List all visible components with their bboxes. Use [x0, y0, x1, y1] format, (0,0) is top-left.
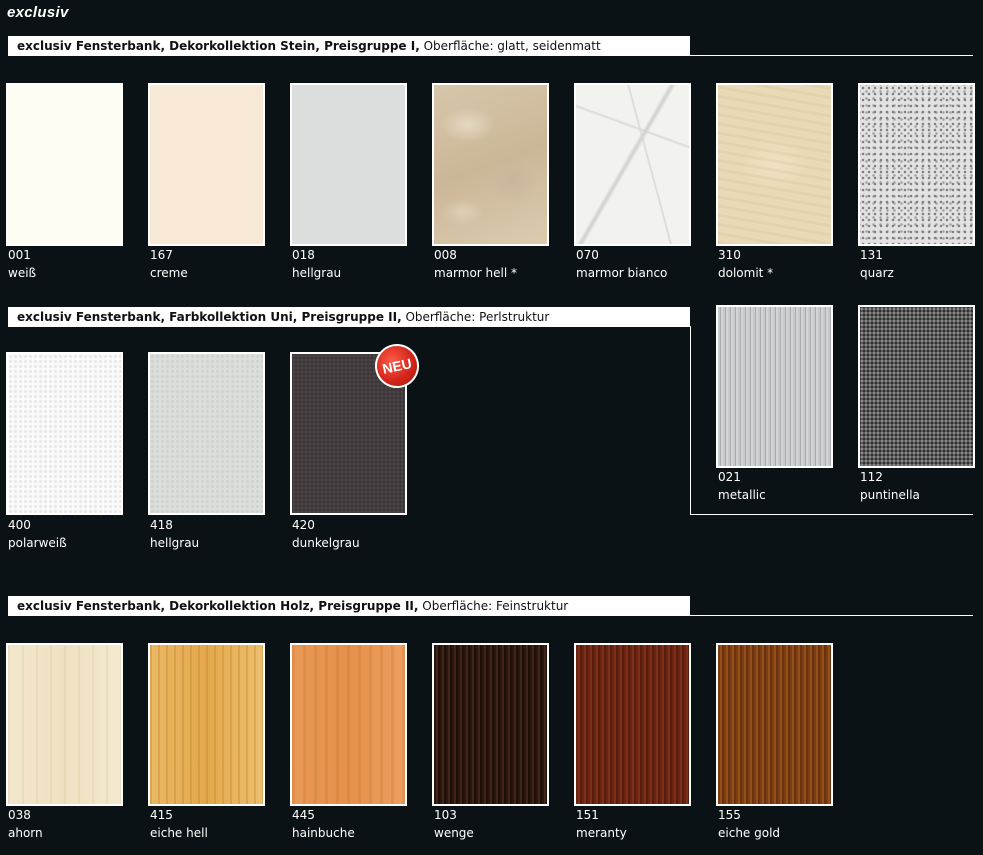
- swatch-texture[interactable]: [716, 643, 833, 806]
- swatch-code: 021: [718, 470, 741, 484]
- swatch-texture[interactable]: [290, 83, 407, 246]
- swatch-texture[interactable]: [716, 83, 833, 246]
- swatch-texture[interactable]: [858, 305, 975, 468]
- section-header-stein: exclusiv Fensterbank, Dekorkollektion St…: [8, 36, 690, 56]
- swatch-name: wenge: [434, 826, 474, 840]
- brand-title: exclusiv: [7, 4, 69, 21]
- swatch-name: hainbuche: [292, 826, 355, 840]
- section-header-holz: exclusiv Fensterbank, Dekorkollektion Ho…: [8, 596, 690, 616]
- swatch-name: creme: [150, 266, 188, 280]
- swatch-name: metallic: [718, 488, 766, 502]
- swatch-name: hellgrau: [150, 536, 200, 550]
- swatch-texture[interactable]: [148, 83, 265, 246]
- swatch-name: meranty: [576, 826, 627, 840]
- swatch-name: dolomit *: [718, 266, 774, 280]
- swatch-texture[interactable]: [6, 643, 123, 806]
- swatch-texture[interactable]: [716, 305, 833, 468]
- swatch-code: 103: [434, 808, 457, 822]
- swatch-texture[interactable]: [432, 643, 549, 806]
- swatch-code: 400: [8, 518, 31, 532]
- swatch-texture[interactable]: [432, 83, 549, 246]
- swatch-code: 310: [718, 248, 741, 262]
- swatch-code: 415: [150, 808, 173, 822]
- swatch-name: puntinella: [860, 488, 920, 502]
- section-header-surface: Oberfläche: glatt, seidenmatt: [419, 39, 601, 53]
- swatch-name: eiche hell: [150, 826, 208, 840]
- swatch-texture[interactable]: [148, 643, 265, 806]
- swatch-texture[interactable]: [6, 83, 123, 246]
- swatch-code: 418: [150, 518, 173, 532]
- swatch-code: 112: [860, 470, 883, 484]
- section-header-surface: Oberfläche: Perlstruktur: [401, 310, 550, 324]
- swatch-name: marmor hell *: [434, 266, 518, 280]
- swatch-code: 151: [576, 808, 599, 822]
- swatch-code: 008: [434, 248, 457, 262]
- swatch-name: dunkelgrau: [292, 536, 360, 550]
- swatch-code: 155: [718, 808, 741, 822]
- swatch-name: hellgrau: [292, 266, 342, 280]
- swatch-texture[interactable]: [574, 643, 691, 806]
- section-header-bold: exclusiv Fensterbank, Dekorkollektion Ho…: [17, 599, 419, 613]
- swatch-texture[interactable]: [290, 643, 407, 806]
- section-bracket-line: [690, 326, 691, 515]
- swatch-texture[interactable]: [858, 83, 975, 246]
- swatch-code: 167: [150, 248, 173, 262]
- section-header-uni: exclusiv Fensterbank, Farbkollektion Uni…: [8, 307, 690, 327]
- section-header-bold: exclusiv Fensterbank, Farbkollektion Uni…: [17, 310, 402, 324]
- swatch-code: 038: [8, 808, 31, 822]
- swatch-texture[interactable]: [6, 352, 123, 515]
- swatch-code: 445: [292, 808, 315, 822]
- swatch-texture[interactable]: [148, 352, 265, 515]
- swatch-name: weiß: [8, 266, 37, 280]
- section-bracket-bottom: [690, 514, 973, 515]
- swatch-name: quarz: [860, 266, 894, 280]
- section-header-bold: exclusiv Fensterbank, Dekorkollektion St…: [17, 39, 420, 53]
- section-header-surface: Oberfläche: Feinstruktur: [418, 599, 569, 613]
- swatch-code: 018: [292, 248, 315, 262]
- swatch-code: 070: [576, 248, 599, 262]
- swatch-texture[interactable]: [574, 83, 691, 246]
- swatch-code: 131: [860, 248, 883, 262]
- swatch-name: polarweiß: [8, 536, 67, 550]
- swatch-name: marmor bianco: [576, 266, 668, 280]
- swatch-code: 420: [292, 518, 315, 532]
- section-rule: [690, 55, 973, 56]
- section-rule: [690, 615, 973, 616]
- swatch-name: ahorn: [8, 826, 43, 840]
- swatch-name: eiche gold: [718, 826, 781, 840]
- swatch-code: 001: [8, 248, 31, 262]
